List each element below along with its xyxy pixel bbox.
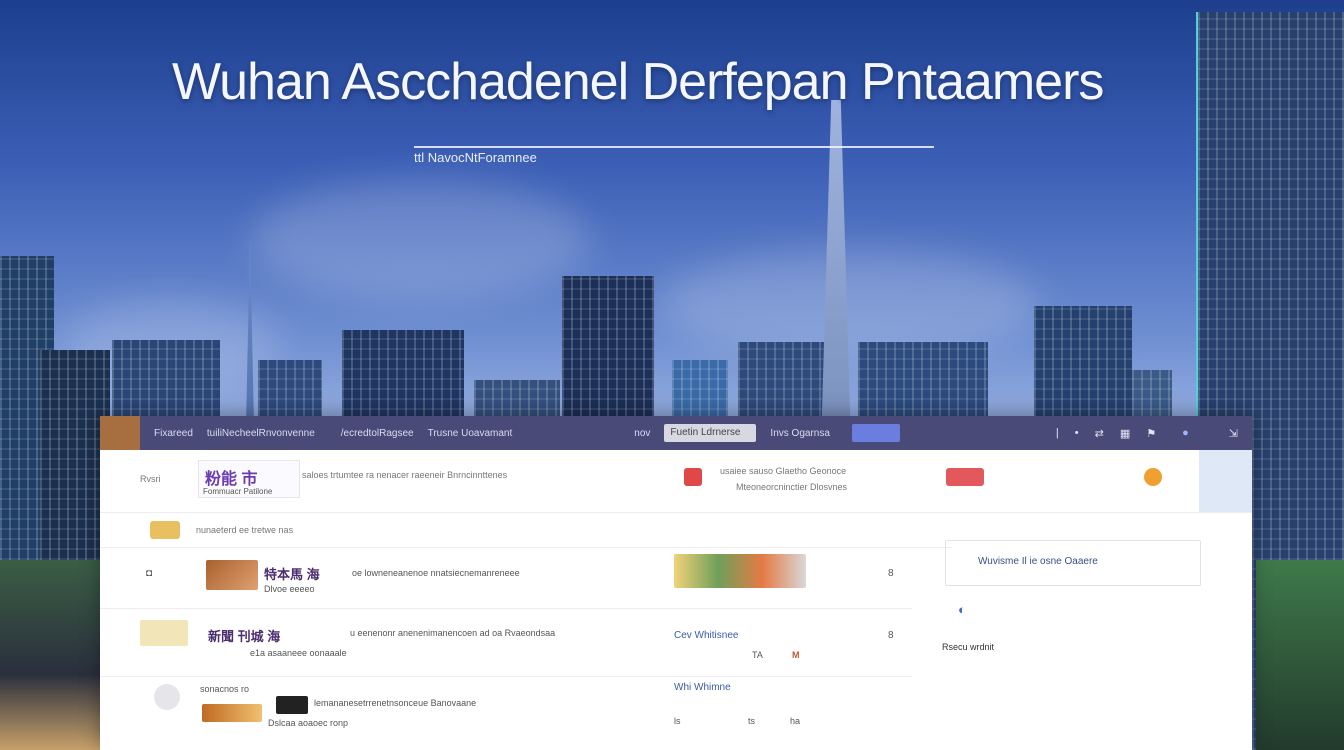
- item-meta: 8: [888, 630, 894, 641]
- sidebar-link[interactable]: Rsecu wrdnit: [942, 642, 994, 652]
- brand-title: 粉能 市: [205, 471, 258, 488]
- title-divider: [414, 146, 934, 148]
- divider-icon: |: [1055, 427, 1059, 439]
- action-pill-button[interactable]: [851, 424, 900, 442]
- grid-icon[interactable]: ▦: [1120, 427, 1130, 440]
- app-window: Fixareed tuiliNecheelRnvonvenne /ecredto…: [100, 416, 1252, 750]
- item-text: lemananesetrrenetnsonceue Banovaane: [314, 698, 477, 708]
- hero-title: Wuhan Ascchadenel Derfepan Pntaamers: [172, 53, 1104, 111]
- item-tag: M: [792, 650, 800, 660]
- header-info-line: usaiee sauso Glaetho Geonoce: [720, 466, 847, 476]
- header-info-line: Mteoneorcninctier Dlosvnes: [736, 482, 848, 492]
- share-icon[interactable]: ⇄: [1095, 427, 1104, 440]
- item-text: oe lowneneanenoe nnatsiecnemanreneee: [352, 568, 520, 578]
- list-item[interactable]: 新聞 刊城 海 u eenenonr anenenimanencoen ad o…: [100, 608, 912, 677]
- item-tag: ts: [748, 716, 756, 726]
- app-logo[interactable]: [100, 416, 140, 450]
- top-navigation-bar: Fixareed tuiliNecheelRnvonvenne /ecredto…: [100, 416, 1252, 450]
- header-description: saloes trtumtee ra nenacer raeeneir Bnrn…: [302, 470, 508, 480]
- red-label-icon[interactable]: [946, 468, 984, 486]
- list-item[interactable]: ◘ 特本馬 海 oe lowneneanenoe nnatsiecnemanre…: [100, 548, 912, 609]
- sidebar-card[interactable]: Wuvisme Il ie osne Oaaere: [945, 540, 1201, 586]
- item-subtext: e1a asaaneee oonaaale: [250, 648, 347, 658]
- gold-tag-icon: [150, 521, 180, 539]
- ribbon-text: nunaeterd ee tretwe nas: [196, 525, 294, 535]
- page-header: Rvsri 粉能 市 Fommuacr Patilone saloes trtu…: [100, 450, 1252, 513]
- item-tag: ls: [674, 716, 681, 726]
- exit-icon[interactable]: ⇲: [1229, 427, 1238, 440]
- colorful-thumbnail[interactable]: [674, 554, 806, 588]
- trees: [1256, 560, 1344, 750]
- thumbnail: [140, 620, 188, 646]
- item-tag: ha: [790, 716, 801, 726]
- header-left-label: Rvsri: [140, 474, 161, 484]
- orange-user-icon[interactable]: [1144, 468, 1162, 486]
- item-label: sonacnos ro: [200, 684, 250, 694]
- bell-icon[interactable]: •: [1075, 427, 1079, 439]
- brand-subtitle: Fommuacr Patilone: [203, 487, 273, 496]
- thumbnail: [202, 704, 262, 722]
- avatar: [154, 684, 180, 710]
- item-tag: TA: [752, 650, 763, 660]
- brand-tile[interactable]: 粉能 市 Fommuacr Patilone: [198, 460, 300, 498]
- info-icon[interactable]: ◐: [958, 602, 966, 617]
- thumbnail: [206, 560, 258, 590]
- sidebar-card-text: Wuvisme Il ie osne Oaaere: [978, 556, 1098, 567]
- item-link[interactable]: Cev Whitisnee: [674, 630, 738, 641]
- list-item[interactable]: sonacnos ro lemananesetrrenetnsonceue Ba…: [100, 676, 912, 750]
- search-input[interactable]: Fuetin Ldrnerse: [664, 424, 757, 442]
- hero-subtitle: ttl NavocNtForamnee: [414, 150, 537, 165]
- item-meta: 8: [888, 568, 894, 579]
- nav-item-right[interactable]: nov: [634, 428, 650, 439]
- item-label: 特本馬 海: [264, 567, 320, 582]
- camera-icon: ◘: [146, 568, 153, 579]
- chat-icon[interactable]: ●: [1182, 427, 1189, 439]
- nav-item[interactable]: /ecredtolRagsee: [341, 428, 414, 439]
- side-accent-panel: [1199, 450, 1252, 512]
- item-subtext: Dslcaa aoaoec ronp: [268, 718, 349, 728]
- thumbnail: [276, 696, 308, 714]
- nav-item[interactable]: tuiliNecheelRnvonvenne: [207, 428, 315, 439]
- item-text: u eenenonr anenenimanencoen ad oa Rvaeon…: [350, 628, 556, 638]
- filter-link[interactable]: Invs Ogarnsa: [770, 428, 829, 439]
- nav-item[interactable]: Fixareed: [154, 428, 193, 439]
- item-link[interactable]: Whi Whimne: [674, 682, 731, 693]
- red-badge-icon: [684, 468, 702, 486]
- street-left: [0, 560, 100, 750]
- item-subtext: Dlvoe eeeeo: [264, 584, 315, 594]
- flag-icon[interactable]: ⚑: [1146, 427, 1156, 440]
- notice-ribbon: nunaeterd ee tretwe nas: [100, 513, 952, 548]
- nav-item[interactable]: Trusne Uoavamant: [428, 428, 513, 439]
- item-label: 新聞 刊城 海: [208, 629, 281, 644]
